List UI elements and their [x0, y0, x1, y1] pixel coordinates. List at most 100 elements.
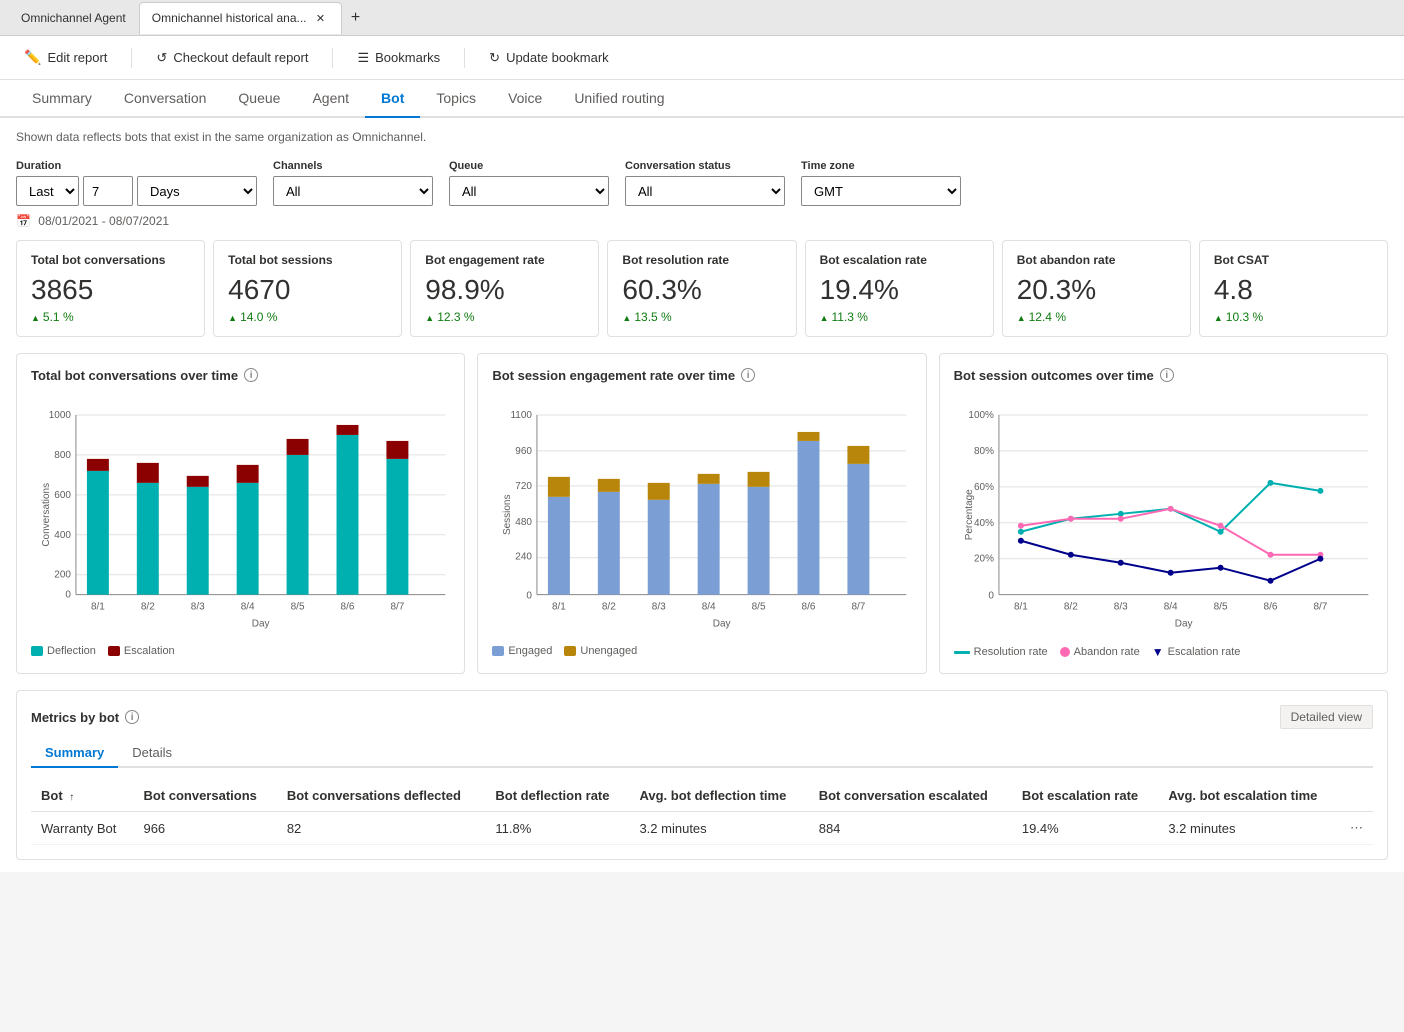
svg-text:0: 0 — [988, 590, 994, 601]
bar-deflection-2 — [137, 483, 159, 595]
checkout-default-button[interactable]: ↺ Checkout default report — [148, 46, 316, 70]
browser-tabs-bar: Omnichannel Agent Omnichannel historical… — [0, 0, 1404, 36]
trend-up-icon-4 — [820, 310, 829, 324]
chart2-info-icon[interactable]: i — [741, 368, 755, 382]
duration-unit-select[interactable]: Days — [137, 176, 257, 206]
table-row-warranty-bot: Warranty Bot 966 82 11.8% 3.2 minutes 88… — [31, 812, 1373, 845]
chart3-info-icon[interactable]: i — [1160, 368, 1174, 382]
svg-text:720: 720 — [516, 481, 533, 492]
cell-escalation-rate: 19.4% — [1012, 812, 1158, 845]
tab-voice[interactable]: Voice — [492, 80, 558, 118]
legend-engaged: Engaged — [492, 645, 552, 657]
chart2-area: Sessions 1100 960 720 480 240 0 — [492, 395, 911, 638]
kpi-value-2: 98.9% — [425, 275, 584, 306]
svg-text:400: 400 — [54, 530, 71, 541]
legend-unengaged: Unengaged — [564, 645, 637, 657]
bar-escalation-4 — [237, 465, 259, 483]
conv-status-select[interactable]: All — [625, 176, 785, 206]
col-deflected[interactable]: Bot conversations deflected — [277, 780, 486, 812]
cell-deflected: 82 — [277, 812, 486, 845]
bar-escalation-2 — [137, 463, 159, 483]
svg-text:8/5: 8/5 — [1213, 601, 1227, 612]
kpi-bot-resolution-rate: Bot resolution rate 60.3% 13.5 % — [607, 240, 796, 337]
kpi-title-4: Bot escalation rate — [820, 253, 979, 267]
bar-deflection-4 — [237, 483, 259, 595]
date-range-text: 08/01/2021 - 08/07/2021 — [38, 214, 169, 228]
kpi-trend-5: 12.4 % — [1017, 310, 1176, 324]
svg-text:8/7: 8/7 — [1313, 601, 1327, 612]
sub-tab-details[interactable]: Details — [118, 739, 186, 768]
svg-text:20%: 20% — [974, 554, 994, 565]
bookmarks-button[interactable]: ☰ Bookmarks — [349, 46, 448, 70]
detailed-view-button[interactable]: Detailed view — [1280, 705, 1373, 729]
duration-row: Last Days — [16, 176, 257, 206]
svg-text:8/7: 8/7 — [852, 601, 866, 612]
svg-text:8/2: 8/2 — [141, 601, 155, 612]
col-avg-escalation-time[interactable]: Avg. bot escalation time — [1158, 780, 1340, 812]
legend-escalation-triangle: ▼ — [1152, 645, 1164, 659]
duration-mode-select[interactable]: Last — [16, 176, 79, 206]
legend-resolution-rate: Resolution rate — [954, 645, 1048, 659]
toolbar-sep-2 — [332, 48, 333, 68]
col-bot[interactable]: Bot ↑ — [31, 780, 133, 812]
chart1-info-icon[interactable]: i — [244, 368, 258, 382]
tab-bot[interactable]: Bot — [365, 80, 420, 118]
tab2-close-icon[interactable]: ✕ — [313, 10, 329, 26]
chart2-svg: Sessions 1100 960 720 480 240 0 — [492, 395, 911, 635]
kpi-bot-engagement-rate: Bot engagement rate 98.9% 12.3 % — [410, 240, 599, 337]
update-bookmark-button[interactable]: ↻ Update bookmark — [481, 46, 617, 70]
timezone-select[interactable]: GMT — [801, 176, 961, 206]
tab-conversation[interactable]: Conversation — [108, 80, 223, 118]
kpi-bot-escalation-rate: Bot escalation rate 19.4% 11.3 % — [805, 240, 994, 337]
col-conversations[interactable]: Bot conversations — [133, 780, 276, 812]
col-more — [1340, 780, 1373, 812]
tab-unified-routing[interactable]: Unified routing — [558, 80, 680, 118]
timezone-label: Time zone — [801, 160, 961, 172]
bookmarks-label: Bookmarks — [375, 50, 440, 65]
metrics-sub-tabs: Summary Details — [31, 739, 1373, 768]
svg-text:8/5: 8/5 — [752, 601, 766, 612]
edit-report-label: Edit report — [47, 50, 107, 65]
col-deflection-rate[interactable]: Bot deflection rate — [485, 780, 629, 812]
chart1-area: Conversations 1000 800 600 400 200 0 — [31, 395, 450, 638]
tab1-label: Omnichannel Agent — [21, 11, 126, 25]
browser-tab-1[interactable]: Omnichannel Agent — [8, 2, 139, 34]
tab-queue[interactable]: Queue — [222, 80, 296, 118]
toolbar-sep-1 — [131, 48, 132, 68]
browser-tab-2[interactable]: Omnichannel historical ana... ✕ — [139, 2, 342, 34]
svg-text:1100: 1100 — [511, 410, 533, 421]
edit-report-button[interactable]: ✏️ Edit report — [16, 45, 115, 70]
trend-up-icon-0 — [31, 310, 40, 324]
chart-engagement-rate: Bot session engagement rate over time i … — [477, 353, 926, 675]
queue-select[interactable]: All — [449, 176, 609, 206]
kpi-title-2: Bot engagement rate — [425, 253, 584, 267]
col-avg-deflection-time[interactable]: Avg. bot deflection time — [629, 780, 808, 812]
nav-tabs: Summary Conversation Queue Agent Bot Top… — [0, 80, 1404, 118]
checkout-default-label: Checkout default report — [173, 50, 308, 65]
kpi-trend-0: 5.1 % — [31, 310, 190, 324]
duration-value-input[interactable] — [83, 176, 133, 206]
metrics-info-icon[interactable]: i — [125, 710, 139, 724]
svg-text:8/2: 8/2 — [1064, 601, 1078, 612]
legend-abandon-dot — [1060, 647, 1070, 657]
new-tab-button[interactable]: + — [342, 4, 370, 32]
col-escalation-rate[interactable]: Bot escalation rate — [1012, 780, 1158, 812]
svg-text:8/6: 8/6 — [341, 601, 355, 612]
kpi-value-0: 3865 — [31, 275, 190, 306]
tab-summary[interactable]: Summary — [16, 80, 108, 118]
cell-row-more[interactable]: ⋯ — [1340, 812, 1373, 845]
chart1-svg: Conversations 1000 800 600 400 200 0 — [31, 395, 450, 635]
tab-topics[interactable]: Topics — [420, 80, 492, 118]
svg-text:Day: Day — [252, 618, 270, 629]
info-text: Shown data reflects bots that exist in t… — [16, 130, 1388, 144]
svg-text:240: 240 — [516, 552, 533, 563]
metrics-table-header: Bot ↑ Bot conversations Bot conversation… — [31, 780, 1373, 812]
pencil-icon: ✏️ — [24, 49, 41, 66]
svg-text:8/2: 8/2 — [602, 601, 616, 612]
kpi-total-bot-conversations: Total bot conversations 3865 5.1 % — [16, 240, 205, 337]
channels-select[interactable]: All — [273, 176, 433, 206]
toolbar-sep-3 — [464, 48, 465, 68]
tab-agent[interactable]: Agent — [296, 80, 365, 118]
col-escalated[interactable]: Bot conversation escalated — [809, 780, 1012, 812]
sub-tab-summary[interactable]: Summary — [31, 739, 118, 768]
